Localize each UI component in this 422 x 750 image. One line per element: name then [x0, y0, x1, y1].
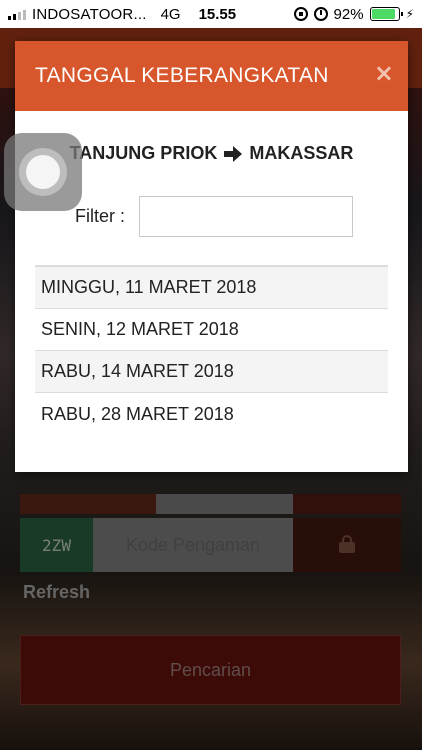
rotation-lock-icon [293, 7, 308, 21]
route-destination: MAKASSAR [249, 143, 354, 163]
alarm-icon [313, 7, 328, 21]
date-list: MINGGU, 11 MARET 2018 SENIN, 12 MARET 20… [35, 265, 388, 435]
dialog-header: TANGGAL KEBERANGKATAN × [15, 41, 408, 111]
date-item[interactable]: MINGGU, 11 MARET 2018 [35, 267, 388, 309]
dialog-title: TANGGAL KEBERANGKATAN [35, 64, 329, 87]
battery-percent: 92% [333, 5, 364, 23]
status-bar: INDOSATOOR... 4G 15.55 92% ⚡ [0, 0, 422, 28]
assistive-touch-button[interactable] [4, 133, 82, 211]
route-origin: TANJUNG PRIOK [69, 143, 218, 163]
arrow-right-icon [223, 145, 243, 163]
signal-strength-icon [8, 8, 26, 20]
network-type: 4G [160, 5, 181, 23]
date-item[interactable]: RABU, 28 MARET 2018 [35, 393, 388, 435]
date-item[interactable]: SENIN, 12 MARET 2018 [35, 309, 388, 351]
carrier-name: INDOSATOOR... [32, 5, 147, 23]
close-button[interactable]: × [374, 59, 394, 87]
filter-input[interactable] [139, 196, 353, 237]
battery-icon [369, 7, 403, 21]
departure-date-dialog: TANGGAL KEBERANGKATAN × TANJUNG PRIOK MA… [15, 41, 408, 472]
date-item[interactable]: RABU, 14 MARET 2018 [35, 351, 388, 393]
clock: 15.55 [198, 5, 237, 23]
charging-icon: ⚡ [405, 7, 414, 21]
